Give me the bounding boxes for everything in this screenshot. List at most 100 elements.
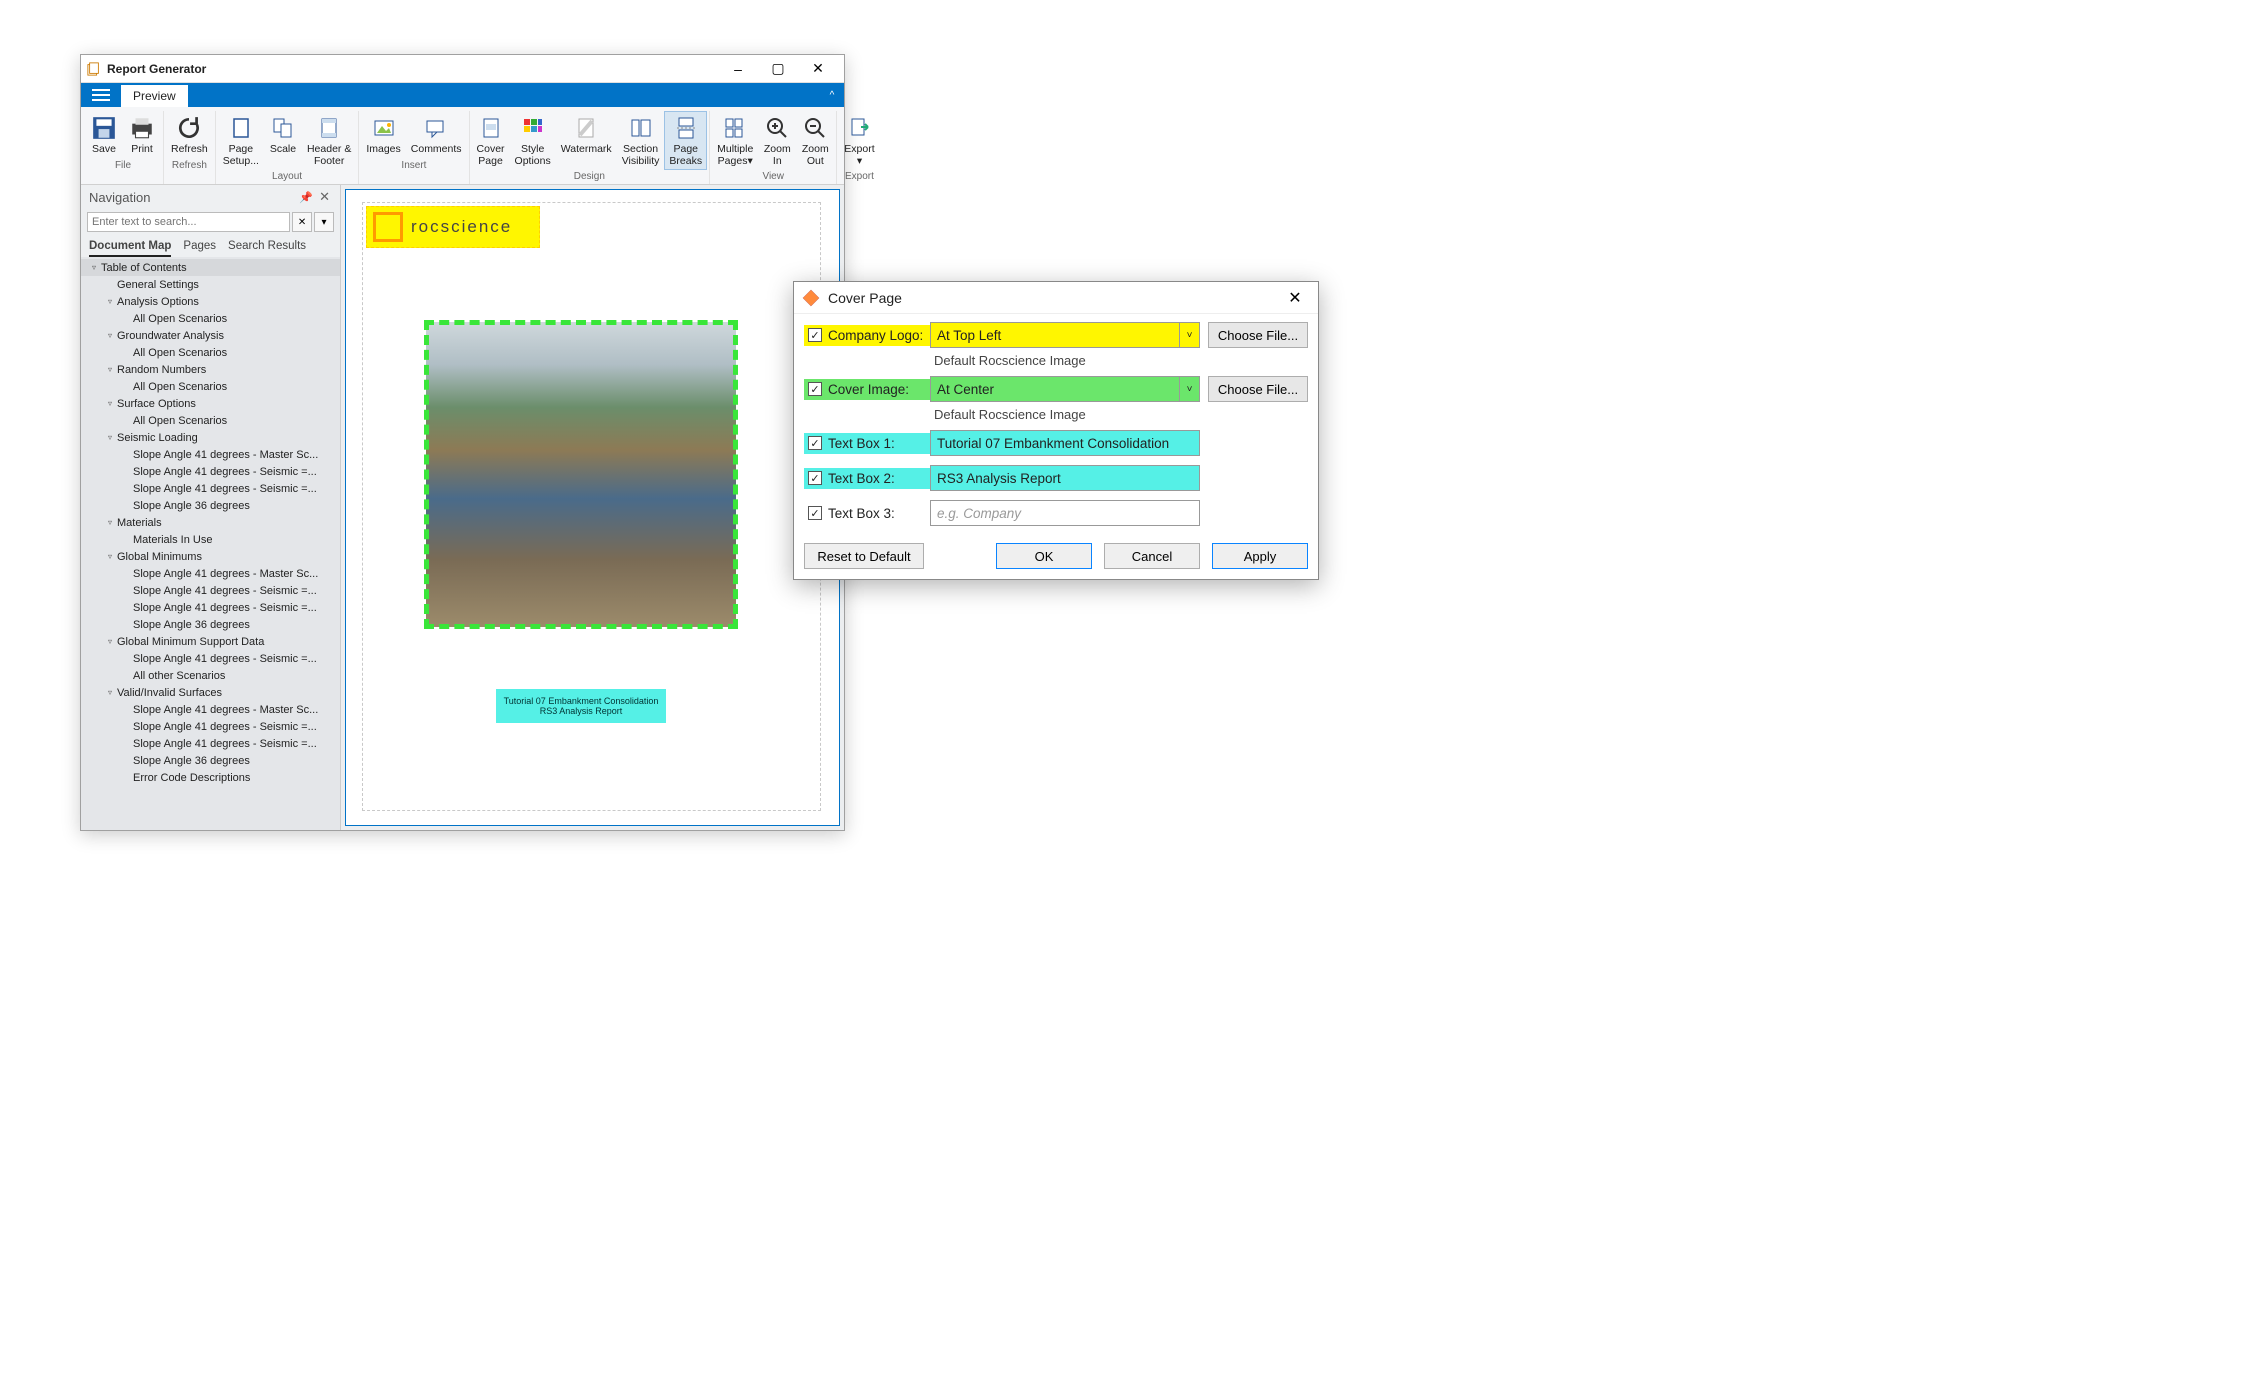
tree-item[interactable]: All Open Scenarios [81,310,340,327]
dialog-close-button[interactable]: ✕ [1280,284,1310,312]
images-label: Images [366,144,400,156]
section-icon [627,114,655,142]
tree-item[interactable]: General Settings [81,276,340,293]
comments-button[interactable]: Comments [406,111,467,159]
tree-item[interactable]: Materials In Use [81,531,340,548]
tab-preview[interactable]: Preview [121,83,188,107]
company-logo-position-select[interactable]: At Top Left ˅ [930,322,1200,348]
chevron-down-icon: ˅ [1179,377,1199,401]
export-button[interactable]: Export ▾ [839,111,879,170]
close-button[interactable]: ✕ [798,55,838,83]
nav-close-button[interactable]: ✕ [317,189,332,205]
maximize-button[interactable]: ▢ [758,55,798,83]
cover-image-checkbox[interactable]: ✓ [808,382,822,396]
tree-item[interactable]: Slope Angle 41 degrees - Master Sc... [81,446,340,463]
ribbon: Save Print File Refresh Refresh [81,107,844,185]
multiple-pages-icon [721,114,749,142]
nav-tab-search-results[interactable]: Search Results [228,237,306,257]
tree-item[interactable]: ▿Global Minimum Support Data [81,633,340,650]
preview-area[interactable]: rocscience Tutorial 07 Embankment Consol… [341,185,844,830]
dialog-titlebar: Cover Page ✕ [794,282,1318,314]
textbox3-checkbox[interactable]: ✓ [808,506,822,520]
tree-item[interactable]: Slope Angle 36 degrees [81,616,340,633]
nav-tab-pages[interactable]: Pages [183,237,216,257]
tree-item[interactable]: Slope Angle 41 degrees - Master Sc... [81,701,340,718]
nav-tree[interactable]: ▿Table of ContentsGeneral Settings▿Analy… [81,257,340,830]
textbox1-checkbox[interactable]: ✓ [808,436,822,450]
tree-item[interactable]: ▿Seismic Loading [81,429,340,446]
company-logo-box[interactable]: rocscience [366,206,540,248]
zoom-out-button[interactable]: Zoom Out [796,111,834,170]
tree-item[interactable]: All Open Scenarios [81,378,340,395]
refresh-icon [175,114,203,142]
ribbon-collapse-button[interactable]: ^ [820,83,844,107]
cover-image-helper: Default Rocscience Image [804,405,1308,430]
ok-button[interactable]: OK [996,543,1092,569]
tree-item[interactable]: All other Scenarios [81,667,340,684]
save-button[interactable]: Save [85,111,123,159]
nav-tab-document-map[interactable]: Document Map [89,237,171,257]
style-options-button[interactable]: Style Options [510,111,556,170]
tree-item[interactable]: ▿Random Numbers [81,361,340,378]
section-visibility-button[interactable]: Section Visibility [617,111,665,170]
tree-item[interactable]: ▿Valid/Invalid Surfaces [81,684,340,701]
page-setup-button[interactable]: Page Setup... [218,111,264,170]
zoom-in-button[interactable]: Zoom In [758,111,796,170]
textbox2-label: Text Box 2: [828,471,895,486]
tree-item[interactable]: ▿Groundwater Analysis [81,327,340,344]
print-button[interactable]: Print [123,111,161,159]
apply-button[interactable]: Apply [1212,543,1308,569]
tree-item[interactable]: All Open Scenarios [81,412,340,429]
company-logo-checkbox[interactable]: ✓ [808,328,822,342]
nav-title: Navigation [89,190,150,205]
cover-page-button[interactable]: Cover Page [472,111,510,170]
tree-item[interactable]: ▿Table of Contents [81,259,340,276]
textbox2-label-cell: ✓ Text Box 2: [804,468,930,489]
cover-image-position-select[interactable]: At Center ˅ [930,376,1200,402]
tree-item[interactable]: Slope Angle 41 degrees - Seismic =... [81,718,340,735]
tree-item[interactable]: ▿Global Minimums [81,548,340,565]
tree-item[interactable]: Slope Angle 41 degrees - Seismic =... [81,582,340,599]
company-logo-choose-file-button[interactable]: Choose File... [1208,322,1308,348]
tree-item[interactable]: Slope Angle 41 degrees - Seismic =... [81,735,340,752]
textbox1-label-cell: ✓ Text Box 1: [804,433,930,454]
ribbon-group-insert: Images Comments Insert [359,111,469,184]
tree-item[interactable]: Slope Angle 41 degrees - Master Sc... [81,565,340,582]
textbox2-checkbox[interactable]: ✓ [808,471,822,485]
tree-item[interactable]: Slope Angle 41 degrees - Seismic =... [81,463,340,480]
tree-item[interactable]: ▿Surface Options [81,395,340,412]
scale-button[interactable]: Scale [264,111,302,170]
images-icon [370,114,398,142]
page-breaks-button[interactable]: Page Breaks [664,111,707,170]
minimize-button[interactable]: – [718,55,758,83]
cover-image-box[interactable] [426,322,736,627]
images-button[interactable]: Images [361,111,405,159]
nav-search-go-button[interactable]: ▾ [314,212,334,232]
nav-search-clear-button[interactable]: ✕ [292,212,312,232]
reset-to-default-button[interactable]: Reset to Default [804,543,924,569]
tree-item[interactable]: Slope Angle 36 degrees [81,752,340,769]
multiple-pages-button[interactable]: Multiple Pages▾ [712,111,758,170]
header-footer-button[interactable]: Header & Footer [302,111,356,170]
watermark-button[interactable]: Watermark [556,111,617,170]
dialog-body: ✓ Company Logo: At Top Left ˅ Choose Fil… [794,314,1318,535]
tree-item[interactable]: Error Code Descriptions [81,769,340,786]
tree-item[interactable]: Slope Angle 41 degrees - Seismic =... [81,480,340,497]
textbox2-input[interactable]: RS3 Analysis Report [930,465,1200,491]
cancel-button[interactable]: Cancel [1104,543,1200,569]
tree-item[interactable]: Slope Angle 41 degrees - Seismic =... [81,599,340,616]
nav-pin-button[interactable]: 📌 [295,191,317,204]
cover-image-choose-file-button[interactable]: Choose File... [1208,376,1308,402]
tree-item[interactable]: ▿Analysis Options [81,293,340,310]
tree-item[interactable]: Slope Angle 36 degrees [81,497,340,514]
refresh-button[interactable]: Refresh [166,111,213,159]
nav-search-input[interactable] [87,212,290,232]
tree-item[interactable]: All Open Scenarios [81,344,340,361]
cover-page-icon [477,114,505,142]
tree-item[interactable]: ▿Materials [81,514,340,531]
textbox1-input[interactable]: Tutorial 07 Embankment Consolidation [930,430,1200,456]
cover-caption-box[interactable]: Tutorial 07 Embankment Consolidation RS3… [496,689,666,723]
tree-item[interactable]: Slope Angle 41 degrees - Seismic =... [81,650,340,667]
file-menu-button[interactable] [81,83,121,107]
textbox3-input[interactable]: e.g. Company [930,500,1200,526]
